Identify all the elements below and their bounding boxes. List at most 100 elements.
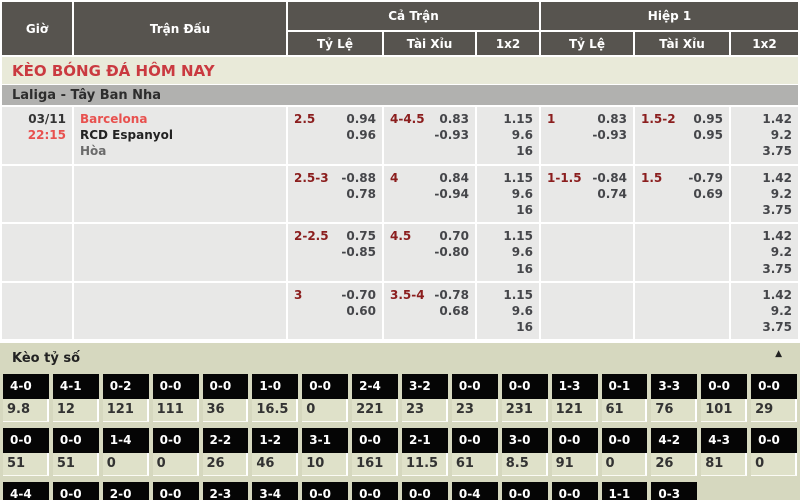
odds-value[interactable]: 16 bbox=[483, 319, 533, 335]
odds-value[interactable]: 0.75 bbox=[341, 228, 376, 244]
odds-value[interactable]: 3.75 bbox=[737, 143, 792, 159]
score-cell[interactable]: 0-051 bbox=[3, 428, 49, 476]
score-cell[interactable]: 0-00 bbox=[602, 428, 648, 476]
h1-handicap-cell[interactable]: 1-1.5-0.840.74 bbox=[541, 166, 633, 223]
odds-value[interactable]: 3.75 bbox=[737, 261, 792, 277]
score-cell[interactable]: 0-00 bbox=[751, 428, 797, 476]
h1-over-under-cell[interactable] bbox=[635, 283, 729, 340]
odds-value[interactable]: 0.83 bbox=[592, 111, 627, 127]
odds-value[interactable]: 0.95 bbox=[693, 111, 723, 127]
score-cell[interactable]: 0-017 bbox=[53, 482, 99, 500]
odds-value[interactable]: 16 bbox=[483, 202, 533, 218]
score-cell[interactable]: 0-0101 bbox=[701, 374, 747, 422]
ft-1x2-cell[interactable]: 1.159.616 bbox=[477, 166, 539, 223]
h1-handicap-cell[interactable] bbox=[541, 283, 633, 340]
score-cell[interactable]: 1-016.5 bbox=[252, 374, 298, 422]
h1-1x2-cell[interactable]: 1.429.23.75 bbox=[731, 166, 798, 223]
score-cell[interactable]: 0-0181 bbox=[352, 482, 398, 500]
score-cell[interactable]: 4-226 bbox=[651, 428, 697, 476]
score-cell[interactable]: 2-4221 bbox=[352, 374, 398, 422]
h1-over-under-cell[interactable] bbox=[635, 224, 729, 281]
odds-value[interactable]: -0.84 bbox=[592, 170, 627, 186]
odds-value[interactable]: 0.96 bbox=[346, 127, 376, 143]
score-cell[interactable]: 0-036 bbox=[203, 374, 249, 422]
score-cell[interactable]: 1-246 bbox=[252, 428, 298, 476]
collapse-arrow-icon[interactable]: ▲ bbox=[775, 350, 782, 359]
score-cell[interactable]: 0-00 bbox=[153, 428, 199, 476]
ft-handicap-cell[interactable]: 2.5-3-0.880.78 bbox=[288, 166, 382, 223]
ft-over-under-cell[interactable]: 4.50.70-0.80 bbox=[384, 224, 475, 281]
odds-value[interactable]: 0.84 bbox=[434, 170, 469, 186]
h1-handicap-cell[interactable] bbox=[541, 224, 633, 281]
odds-value[interactable]: 9.2 bbox=[737, 127, 792, 143]
odds-value[interactable]: 9.6 bbox=[483, 127, 533, 143]
score-cell[interactable]: 2-381 bbox=[203, 482, 249, 500]
score-cell[interactable]: 3-376 bbox=[651, 374, 697, 422]
score-cell[interactable]: 0-029 bbox=[751, 374, 797, 422]
odds-value[interactable]: 0.95 bbox=[693, 127, 723, 143]
odds-value[interactable]: 9.6 bbox=[483, 303, 533, 319]
odds-value[interactable]: 9.2 bbox=[737, 244, 792, 260]
odds-value[interactable]: -0.88 bbox=[341, 170, 376, 186]
odds-value[interactable]: 0.68 bbox=[434, 303, 469, 319]
score-cell[interactable]: 3-223 bbox=[402, 374, 448, 422]
odds-value[interactable]: -0.94 bbox=[434, 186, 469, 202]
odds-value[interactable]: 1.15 bbox=[483, 170, 533, 186]
odds-value[interactable]: 9.2 bbox=[737, 186, 792, 202]
odds-value[interactable]: -0.93 bbox=[592, 127, 627, 143]
h1-1x2-cell[interactable]: 1.429.23.75 bbox=[731, 224, 798, 281]
ft-handicap-cell[interactable]: 2-2.50.75-0.85 bbox=[288, 224, 382, 281]
league-title[interactable]: Laliga - Tây Ban Nha bbox=[2, 85, 798, 105]
odds-value[interactable]: 1.42 bbox=[737, 287, 792, 303]
odds-value[interactable]: 9.2 bbox=[737, 303, 792, 319]
score-cell[interactable]: 4-112 bbox=[53, 374, 99, 422]
odds-value[interactable]: -0.78 bbox=[434, 287, 469, 303]
odds-value[interactable]: 1.15 bbox=[483, 111, 533, 127]
score-cell[interactable]: 3-08.5 bbox=[502, 428, 548, 476]
odds-value[interactable]: 3.75 bbox=[737, 319, 792, 335]
ft-1x2-cell[interactable]: 1.159.616 bbox=[477, 224, 539, 281]
odds-value[interactable]: -0.79 bbox=[688, 170, 723, 186]
away-team-link[interactable]: RCD Espanyol bbox=[80, 127, 280, 143]
odds-value[interactable]: 3.75 bbox=[737, 202, 792, 218]
odds-value[interactable]: 1.42 bbox=[737, 111, 792, 127]
score-cell[interactable]: 0-061 bbox=[452, 428, 498, 476]
odds-value[interactable]: 0.60 bbox=[341, 303, 376, 319]
score-cell[interactable]: 4-381 bbox=[701, 428, 747, 476]
odds-value[interactable]: -0.85 bbox=[341, 244, 376, 260]
odds-value[interactable]: -0.93 bbox=[434, 127, 469, 143]
score-cell[interactable]: 0-023 bbox=[452, 374, 498, 422]
score-cell[interactable]: 3-110 bbox=[302, 428, 348, 476]
h1-handicap-cell[interactable]: 10.83-0.93 bbox=[541, 107, 633, 164]
score-cell[interactable]: 4-09.8 bbox=[3, 374, 49, 422]
ft-handicap-cell[interactable]: 3-0.700.60 bbox=[288, 283, 382, 340]
odds-value[interactable]: 0.74 bbox=[592, 186, 627, 202]
score-cell[interactable]: 4-4221 bbox=[3, 482, 49, 500]
odds-value[interactable]: -0.70 bbox=[341, 287, 376, 303]
score-cell[interactable]: 0-014 bbox=[302, 482, 348, 500]
odds-value[interactable]: 0.69 bbox=[688, 186, 723, 202]
odds-value[interactable]: 9.6 bbox=[483, 186, 533, 202]
score-cell[interactable]: 0-00 bbox=[302, 374, 348, 422]
score-cell[interactable]: 0-0191 bbox=[552, 482, 598, 500]
score-cell[interactable]: 2-09.8 bbox=[103, 482, 149, 500]
score-cell[interactable]: 0-161 bbox=[602, 374, 648, 422]
score-cell[interactable]: 0-091 bbox=[552, 428, 598, 476]
ft-handicap-cell[interactable]: 2.50.940.96 bbox=[288, 107, 382, 164]
score-cell[interactable]: 0-0171 bbox=[402, 482, 448, 500]
odds-value[interactable]: 1.42 bbox=[737, 170, 792, 186]
score-cell[interactable]: 0-0161 bbox=[352, 428, 398, 476]
score-cell[interactable]: 1-120 bbox=[602, 482, 648, 500]
ft-1x2-cell[interactable]: 1.159.616 bbox=[477, 107, 539, 164]
score-cell[interactable]: 2-226 bbox=[203, 428, 249, 476]
odds-value[interactable]: 0.70 bbox=[434, 228, 469, 244]
h1-1x2-cell[interactable]: 1.429.23.75 bbox=[731, 283, 798, 340]
score-cell[interactable]: 0-40 bbox=[452, 482, 498, 500]
ft-over-under-cell[interactable]: 3.5-4-0.780.68 bbox=[384, 283, 475, 340]
score-cell[interactable]: 0-0231 bbox=[502, 374, 548, 422]
score-cell[interactable]: 0-2121 bbox=[103, 374, 149, 422]
home-team-link[interactable]: Barcelona bbox=[80, 111, 280, 127]
score-cell[interactable]: 0-0111 bbox=[153, 482, 199, 500]
score-cell[interactable]: 1-3121 bbox=[552, 374, 598, 422]
ft-over-under-cell[interactable]: 4-4.50.83-0.93 bbox=[384, 107, 475, 164]
